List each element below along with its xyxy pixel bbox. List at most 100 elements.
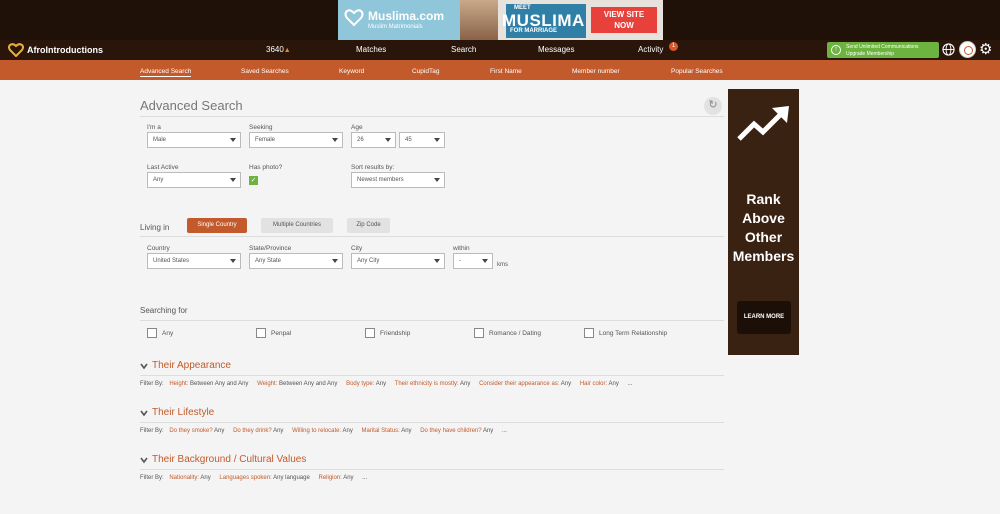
- divider: [140, 236, 724, 237]
- state-select[interactable]: Any State: [249, 253, 343, 269]
- filter-more[interactable]: ...: [502, 428, 507, 434]
- filter-item[interactable]: Nationality: Any: [169, 475, 210, 481]
- divider: [140, 116, 724, 117]
- banner-meet-line3: FOR MARRIAGE: [510, 28, 557, 34]
- filter-item[interactable]: Body type: Any: [346, 381, 386, 387]
- filter-item[interactable]: Height: Between Any and Any: [169, 381, 248, 387]
- filter-item[interactable]: Consider their appearance as: Any: [479, 381, 571, 387]
- state-value: Any State: [255, 258, 282, 264]
- chevron-down-icon: [434, 138, 440, 142]
- tab-zip-code[interactable]: Zip Code: [347, 218, 390, 233]
- im-a-value: Male: [153, 137, 167, 143]
- subnav-first-name[interactable]: First Name: [490, 68, 522, 75]
- within-select[interactable]: -: [453, 253, 493, 269]
- chevron-down-icon: [230, 178, 236, 182]
- reset-icon[interactable]: ↻: [704, 97, 722, 115]
- nav-matches[interactable]: Matches: [356, 45, 386, 54]
- filter-key: Body type:: [346, 381, 375, 387]
- city-value: Any City: [357, 258, 380, 264]
- section-lifestyle-toggle[interactable]: Their Lifestyle: [140, 407, 214, 418]
- subnav-popular-searches[interactable]: Popular Searches: [671, 68, 723, 75]
- rank-above-ad[interactable]: Rank Above Other Members LEARN MORE: [728, 89, 799, 355]
- tab-single-country[interactable]: Single Country: [187, 218, 247, 233]
- banner-cta-button[interactable]: VIEW SITE NOW: [591, 7, 657, 33]
- country-value: United States: [153, 258, 190, 264]
- filter-value: Any: [560, 381, 572, 387]
- filter-value: Any language: [273, 475, 310, 481]
- site-logo[interactable]: AfroIntroductions: [8, 43, 103, 57]
- filter-item[interactable]: Do they drink? Any: [233, 428, 283, 434]
- filter-value: Any: [200, 475, 211, 481]
- age-from-value: 26: [357, 137, 364, 143]
- filter-key: Hair color:: [579, 381, 608, 387]
- seeking-select[interactable]: Female: [249, 132, 343, 148]
- subnav-keyword[interactable]: Keyword: [339, 68, 364, 75]
- sort-select[interactable]: Newest members: [351, 172, 445, 188]
- chevron-down-icon: [140, 410, 148, 416]
- profile-avatar[interactable]: [959, 41, 976, 58]
- filter-by-label: Filter By:: [140, 475, 164, 481]
- filter-more[interactable]: ...: [362, 475, 367, 481]
- nav-search[interactable]: Search: [451, 45, 476, 54]
- nav-messages[interactable]: Messages: [538, 45, 574, 54]
- top-banner-area: Muslima.com Muslim Matrimonials MEET MUS…: [0, 0, 1000, 40]
- filter-value: Any: [375, 381, 387, 387]
- nav-activity[interactable]: Activity: [638, 45, 663, 54]
- chevron-down-icon: [332, 138, 338, 142]
- gear-icon[interactable]: ⚙: [979, 42, 994, 57]
- filter-value: Any: [343, 475, 354, 481]
- banner-cta-line1: VIEW SITE: [603, 10, 645, 19]
- city-label: City: [351, 245, 363, 252]
- last-active-select[interactable]: Any: [147, 172, 241, 188]
- has-photo-checkbox[interactable]: ✓: [249, 176, 258, 185]
- filter-item[interactable]: Hair color: Any: [580, 381, 619, 387]
- filter-item[interactable]: Do they smoke? Any: [169, 428, 224, 434]
- appearance-filters: Filter By: Height: Between Any and Any W…: [140, 381, 633, 387]
- searching-friendship-checkbox[interactable]: Friendship: [365, 328, 410, 338]
- divider: [140, 422, 724, 423]
- tab-multiple-countries[interactable]: Multiple Countries: [261, 218, 333, 233]
- subnav-advanced-search[interactable]: Advanced Search: [140, 68, 192, 77]
- searching-for-label: Searching for: [140, 306, 188, 315]
- filter-item[interactable]: Do they have children? Any: [420, 428, 493, 434]
- subnav-saved-searches[interactable]: Saved Searches: [241, 68, 289, 75]
- upgrade-button[interactable]: ↑ Send Unlimited Communications Upgrade …: [827, 42, 939, 58]
- filter-value: Any: [273, 428, 284, 434]
- chevron-down-icon: [140, 457, 148, 463]
- filter-more[interactable]: ...: [628, 381, 633, 387]
- filter-key: Languages spoken:: [219, 475, 272, 481]
- checkbox-box: [147, 328, 157, 338]
- subnav-member-number[interactable]: Member number: [572, 68, 620, 75]
- searching-penpal-checkbox[interactable]: Penpal: [256, 328, 291, 338]
- filter-value: Any: [342, 428, 353, 434]
- learn-more-button[interactable]: LEARN MORE: [737, 301, 791, 334]
- country-label: Country: [147, 245, 170, 252]
- filter-item[interactable]: Religion: Any: [319, 475, 354, 481]
- city-select[interactable]: Any City: [351, 253, 445, 269]
- searching-any-checkbox[interactable]: Any: [147, 328, 173, 338]
- filter-item[interactable]: Their ethnicity is mostly: Any: [395, 381, 471, 387]
- filter-item[interactable]: Marital Status: Any: [362, 428, 412, 434]
- section-appearance-toggle[interactable]: Their Appearance: [140, 360, 231, 371]
- searching-romance-checkbox[interactable]: Romance / Dating: [474, 328, 541, 338]
- banner-subtitle: Muslim Matrimonials: [368, 24, 423, 30]
- im-a-select[interactable]: Male: [147, 132, 241, 148]
- chevron-down-icon: [140, 363, 148, 369]
- filter-item[interactable]: Willing to relocate: Any: [292, 428, 353, 434]
- country-select[interactable]: United States: [147, 253, 241, 269]
- subnav-cupidtag[interactable]: CupidTag: [412, 68, 439, 75]
- section-background-toggle[interactable]: Their Background / Cultural Values: [140, 454, 306, 465]
- filter-item[interactable]: Weight: Between Any and Any: [257, 381, 337, 387]
- globe-icon[interactable]: [942, 43, 955, 56]
- state-label: State/Province: [249, 245, 292, 252]
- age-from-select[interactable]: 26: [351, 132, 396, 148]
- searching-long-term-checkbox[interactable]: Long Term Relationship: [584, 328, 667, 338]
- coins-counter[interactable]: 3640▲: [266, 45, 291, 54]
- filter-value: Between Any and Any: [190, 381, 249, 387]
- age-to-select[interactable]: 45: [399, 132, 445, 148]
- muslima-banner-ad[interactable]: Muslima.com Muslim Matrimonials MEET MUS…: [338, 0, 663, 40]
- filter-value: Any: [460, 381, 471, 387]
- checkbox-box: [365, 328, 375, 338]
- site-logo-text: AfroIntroductions: [27, 45, 103, 55]
- filter-item[interactable]: Languages spoken: Any language: [219, 475, 309, 481]
